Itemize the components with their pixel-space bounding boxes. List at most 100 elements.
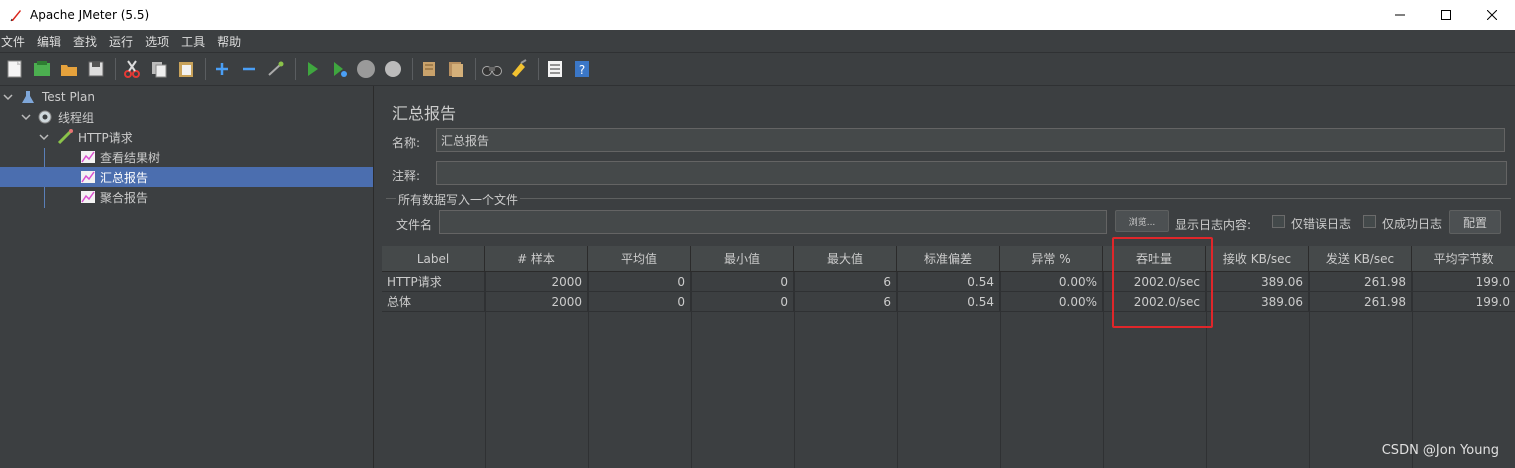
table-cell: 389.06 (1206, 292, 1309, 312)
window-title: Apache JMeter (5.5) (30, 8, 150, 22)
title-bar: Apache JMeter (5.5) (0, 0, 1515, 30)
help-question-icon: ? (575, 61, 589, 77)
help-button[interactable]: ? (570, 57, 594, 81)
column-header-label[interactable]: Label (382, 246, 485, 272)
new-document-icon (7, 60, 22, 78)
menu-options[interactable]: 选项 (143, 33, 175, 50)
clear-button[interactable] (417, 57, 441, 81)
column-header-sent-kb[interactable]: 发送 KB/sec (1309, 246, 1412, 272)
shutdown-button[interactable] (381, 57, 405, 81)
errors-only-checkbox[interactable] (1272, 215, 1285, 228)
templates-button[interactable] (30, 57, 54, 81)
tree-node-http-request[interactable]: HTTP请求 (0, 127, 373, 147)
chart-listener-icon (81, 191, 95, 203)
success-only-label: 仅成功日志 (1382, 217, 1443, 231)
search-button[interactable] (480, 57, 504, 81)
column-divider (1309, 272, 1310, 468)
save-icon (88, 61, 104, 77)
list-icon (548, 61, 562, 77)
table-cell: 0.00% (1000, 272, 1103, 292)
table-cell: 261.98 (1309, 272, 1412, 292)
tree-node-summary-report[interactable]: 汇总报告 (0, 167, 373, 187)
table-row[interactable]: 总体 2000 0 0 6 0.54 0.00% 2002.0/sec 389.… (382, 292, 1515, 312)
cut-button[interactable] (120, 57, 144, 81)
success-only-checkbox[interactable] (1363, 215, 1376, 228)
configure-button[interactable]: 配置 (1449, 210, 1501, 234)
start-button[interactable] (300, 57, 324, 81)
reset-search-button[interactable] (507, 57, 531, 81)
summary-report-panel: 汇总报告 名称: 注释: 所有数据写入一个文件 文件名 浏览... 显示日志内容… (382, 86, 1515, 468)
menu-file[interactable]: 文件 (0, 33, 31, 50)
table-cell: 199.0 (1475, 295, 1510, 309)
table-cell: 6 (794, 292, 897, 312)
tree-node-label: 汇总报告 (100, 170, 149, 185)
chevron-down-icon (3, 94, 13, 101)
copy-button[interactable] (147, 57, 171, 81)
flask-icon (22, 91, 34, 103)
tree-node-test-plan[interactable]: Test Plan (0, 87, 373, 107)
comment-field[interactable] (436, 161, 1507, 185)
browse-button[interactable]: 浏览... (1115, 210, 1169, 232)
stop-button[interactable] (354, 57, 378, 81)
menu-run[interactable]: 运行 (107, 33, 139, 50)
column-divider (588, 272, 589, 468)
test-plan-tree: Test Plan 线程组 HTTP请求 查看结果树 汇总报告 聚合报告 (0, 86, 373, 468)
file-name-field[interactable] (439, 210, 1107, 234)
column-header-received-kb[interactable]: 接收 KB/sec (1206, 246, 1309, 272)
maximize-button[interactable] (1423, 0, 1469, 30)
table-cell: 2000 (485, 292, 588, 312)
minimize-button[interactable] (1377, 0, 1423, 30)
table-cell: 261.98 (1309, 292, 1412, 312)
menu-edit[interactable]: 编辑 (35, 33, 67, 50)
stop-icon (357, 60, 375, 78)
file-group-border (386, 198, 1511, 199)
shutdown-icon (385, 61, 401, 77)
tree-node-thread-group[interactable]: 线程组 (0, 107, 373, 127)
toggle-button[interactable] (264, 57, 288, 81)
menu-help[interactable]: 帮助 (215, 33, 247, 50)
close-button[interactable] (1469, 0, 1515, 30)
open-button[interactable] (57, 57, 81, 81)
table-cell: HTTP请求 (382, 272, 485, 292)
binoculars-icon (482, 66, 502, 76)
tree-node-aggregate-report[interactable]: 聚合报告 (0, 187, 373, 207)
throughput-highlight-box (1112, 237, 1213, 328)
expand-all-button[interactable] (210, 57, 234, 81)
column-header-std-dev[interactable]: 标准偏差 (897, 246, 1000, 272)
column-divider (691, 272, 692, 468)
column-header-avg-bytes[interactable]: 平均字节数 (1412, 246, 1515, 272)
column-header-max[interactable]: 最大值 (794, 246, 897, 272)
table-cell: 199.0 (1475, 275, 1510, 289)
table-cell: 0.00% (1000, 292, 1103, 312)
start-no-pause-button[interactable] (327, 57, 351, 81)
summary-table: Label # 样本 平均值 最小值 最大值 标准偏差 异常 % 吞吐量 接收 … (382, 246, 1515, 468)
chevron-down-icon (39, 134, 49, 141)
clear-all-button[interactable] (444, 57, 468, 81)
tree-node-label: HTTP请求 (78, 130, 133, 145)
column-header-min[interactable]: 最小值 (691, 246, 794, 272)
tree-node-view-results-tree[interactable]: 查看结果树 (0, 147, 373, 167)
open-folder-icon (61, 65, 77, 76)
errors-only-label: 仅错误日志 (1291, 217, 1352, 231)
table-row[interactable]: HTTP请求 2000 0 0 6 0.54 0.00% 2002.0/sec … (382, 272, 1515, 292)
maximize-icon (1441, 10, 1451, 20)
new-button[interactable] (3, 57, 27, 81)
split-pane-divider[interactable] (373, 86, 382, 468)
paste-button[interactable] (174, 57, 198, 81)
column-header-average[interactable]: 平均值 (588, 246, 691, 272)
menu-search[interactable]: 查找 (71, 33, 103, 50)
chevron-down-icon (21, 114, 31, 121)
function-helper-button[interactable] (543, 57, 567, 81)
gear-icon (38, 110, 52, 124)
column-divider (1103, 272, 1104, 468)
comment-label: 注释: (392, 169, 421, 183)
column-header-samples[interactable]: # 样本 (485, 246, 588, 272)
column-header-error-pct[interactable]: 异常 % (1000, 246, 1103, 272)
clear-all-icon (449, 62, 463, 77)
minimize-icon (1395, 14, 1405, 16)
column-divider (1412, 272, 1413, 468)
menu-tools[interactable]: 工具 (179, 33, 211, 50)
collapse-all-button[interactable] (237, 57, 261, 81)
save-button[interactable] (84, 57, 108, 81)
name-field[interactable] (436, 128, 1505, 152)
